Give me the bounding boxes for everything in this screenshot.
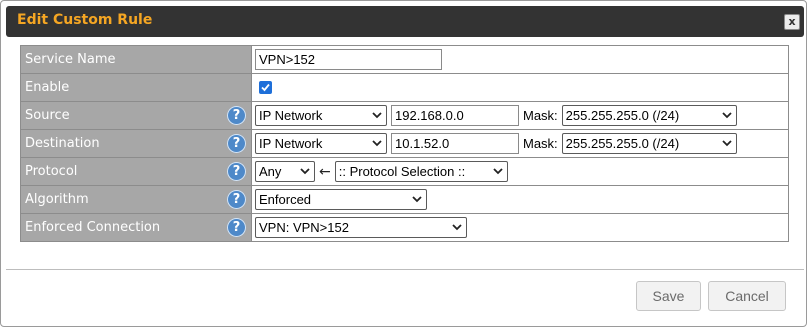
algorithm-value: Enforced <box>259 192 312 207</box>
source-ip-input[interactable] <box>391 105 519 126</box>
chevron-down-icon <box>412 196 422 203</box>
help-icon[interactable]: ? <box>227 190 246 209</box>
checkmark-icon <box>261 83 270 92</box>
destination-cell: IP Network Mask: 255.255.255.0 (/24) <box>251 129 789 158</box>
chevron-down-icon <box>300 168 310 175</box>
chevron-down-icon <box>452 224 462 231</box>
algorithm-label-text: Algorithm <box>25 192 89 207</box>
enable-label-text: Enable <box>25 80 70 95</box>
destination-mask-value: 255.255.255.0 (/24) <box>565 136 680 151</box>
row-destination: Destination ? IP Network Mask: 255.255.2… <box>20 129 789 158</box>
enforced-connection-label-text: Enforced Connection <box>25 220 161 235</box>
source-mask-value: 255.255.255.0 (/24) <box>565 108 680 123</box>
enforced-connection-select[interactable]: VPN: VPN>152 <box>255 217 467 238</box>
destination-label-text: Destination <box>25 136 100 151</box>
source-mask-label: Mask: <box>523 108 558 123</box>
edit-custom-rule-dialog: Edit Custom Rule x Service Name Enable <box>0 0 807 327</box>
row-service-name: Service Name <box>20 45 789 74</box>
algorithm-select[interactable]: Enforced <box>255 189 427 210</box>
help-icon[interactable]: ? <box>227 106 246 125</box>
algorithm-label: Algorithm ? <box>20 185 252 214</box>
enable-cell <box>251 73 789 102</box>
enforced-connection-label: Enforced Connection ? <box>20 213 252 242</box>
save-button[interactable]: Save <box>636 281 701 311</box>
service-name-cell <box>251 45 789 74</box>
protocol-selection-value: :: Protocol Selection :: <box>338 164 466 179</box>
row-source: Source ? IP Network Mask: 255.255.255.0 … <box>20 101 789 130</box>
protocol-label-text: Protocol <box>25 164 78 179</box>
chevron-down-icon <box>493 168 503 175</box>
destination-type-value: IP Network <box>259 136 323 151</box>
destination-label: Destination ? <box>20 129 252 158</box>
destination-ip-input[interactable] <box>391 133 519 154</box>
cancel-button[interactable]: Cancel <box>708 281 786 311</box>
destination-type-select[interactable]: IP Network <box>255 133 387 154</box>
service-name-label-text: Service Name <box>25 52 116 67</box>
help-icon[interactable]: ? <box>227 218 246 237</box>
dialog-title-bar: Edit Custom Rule x <box>6 6 804 37</box>
rule-form-table: Service Name Enable Source ? <box>20 45 789 242</box>
enforced-connection-value: VPN: VPN>152 <box>259 220 349 235</box>
source-label: Source ? <box>20 101 252 130</box>
protocol-cell: Any ← :: Protocol Selection :: <box>251 157 789 186</box>
help-icon[interactable]: ? <box>227 134 246 153</box>
enforced-connection-cell: VPN: VPN>152 <box>251 213 789 242</box>
service-name-label: Service Name <box>20 45 252 74</box>
protocol-select[interactable]: Any <box>255 161 315 182</box>
close-icon[interactable]: x <box>784 14 800 30</box>
protocol-value: Any <box>259 164 282 179</box>
enable-label: Enable <box>20 73 252 102</box>
chevron-down-icon <box>372 140 382 147</box>
chevron-down-icon <box>372 112 382 119</box>
row-protocol: Protocol ? Any ← :: Protocol Selection :… <box>20 157 789 186</box>
dialog-title: Edit Custom Rule <box>17 12 153 28</box>
source-label-text: Source <box>25 108 70 123</box>
service-name-input[interactable] <box>255 49 442 70</box>
left-arrow-icon: ← <box>319 163 331 180</box>
footer-divider <box>6 269 804 270</box>
protocol-selection-select[interactable]: :: Protocol Selection :: <box>334 161 508 182</box>
chevron-down-icon <box>722 112 732 119</box>
chevron-down-icon <box>722 140 732 147</box>
destination-mask-select[interactable]: 255.255.255.0 (/24) <box>561 133 737 154</box>
source-mask-select[interactable]: 255.255.255.0 (/24) <box>561 105 737 126</box>
source-type-value: IP Network <box>259 108 323 123</box>
algorithm-cell: Enforced <box>251 185 789 214</box>
row-algorithm: Algorithm ? Enforced <box>20 185 789 214</box>
row-enable: Enable <box>20 73 789 102</box>
row-enforced-connection: Enforced Connection ? VPN: VPN>152 <box>20 213 789 242</box>
source-type-select[interactable]: IP Network <box>255 105 387 126</box>
help-icon[interactable]: ? <box>227 162 246 181</box>
source-cell: IP Network Mask: 255.255.255.0 (/24) <box>251 101 789 130</box>
destination-mask-label: Mask: <box>523 136 558 151</box>
enable-checkbox[interactable] <box>259 81 272 94</box>
protocol-label: Protocol ? <box>20 157 252 186</box>
